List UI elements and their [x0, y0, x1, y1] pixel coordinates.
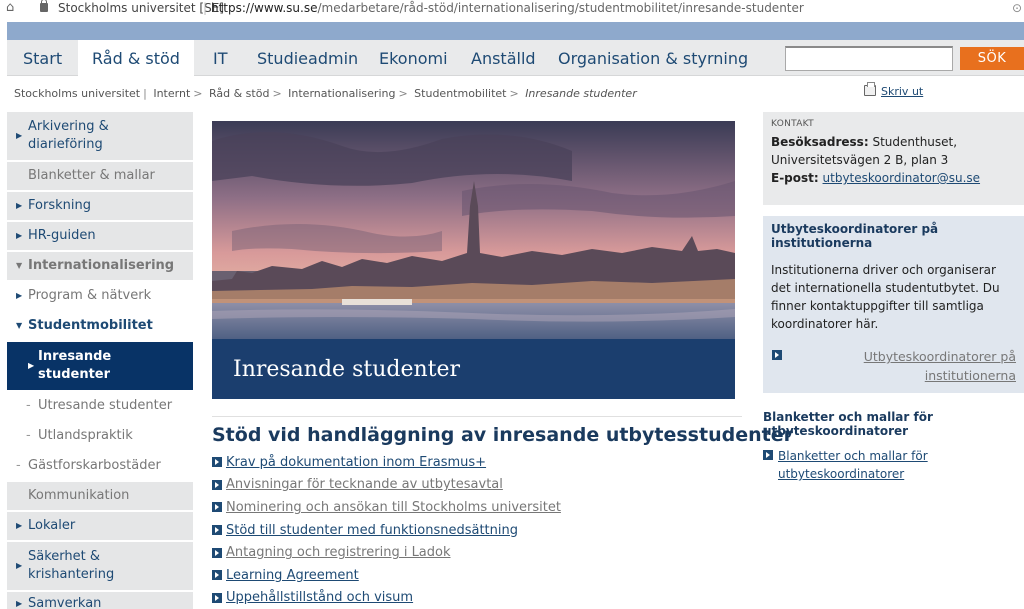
forms-link[interactable]: Blanketter och mallar för utbyteskoordin… [778, 447, 963, 483]
link-residence-permit[interactable]: Uppehållstillstånd och visum [226, 590, 413, 605]
caret-right-icon: ▶ [16, 201, 23, 210]
breadcrumb-item[interactable]: Råd & stöd [209, 87, 269, 100]
breadcrumb-current: Inresande studenter [525, 87, 637, 100]
list-item[interactable]: Anvisningar för tecknande av utbytesavta… [212, 474, 561, 497]
list-item[interactable]: Uppehållstillstånd och visum [212, 587, 561, 609]
sidebar-navigation: ▶Arkivering & diarieföring ▶Blanketter &… [7, 112, 193, 609]
sidebar-item-forskning[interactable]: ▶ Forskning [7, 192, 193, 220]
lock-icon [40, 0, 48, 12]
site-header-band [7, 22, 1024, 40]
url-path: /medarbetare/råd-stöd/internationaliseri… [317, 1, 804, 15]
printer-icon [864, 82, 876, 96]
sidebar-item-arkivering[interactable]: ▶ Arkivering & diarieföring [7, 112, 193, 160]
hero-caption: Inresande studenter [212, 339, 735, 399]
nav-item-ekonomi[interactable]: Ekonomi [379, 40, 448, 76]
divider [212, 416, 742, 417]
sidebar-item-lokaler[interactable]: ▶ Lokaler [7, 512, 193, 540]
link-admission-ladok[interactable]: Antagning och registrering i Ladok [226, 545, 451, 560]
coordinators-text: Institutionerna driver och organiserar d… [771, 263, 1000, 331]
coordinators-link[interactable]: Utbyteskoordinatorer på institutionerna [771, 347, 1016, 385]
breadcrumb-item[interactable]: Stockholms universitet [14, 87, 140, 100]
url-separator: | [203, 1, 208, 15]
contact-email: E-post: utbyteskoordinator@su.se [771, 171, 981, 185]
sidebar-item-kommunikation[interactable]: ▶Kommunikation [7, 482, 193, 510]
home-icon[interactable]: ⌂ [6, 0, 14, 16]
browser-menu-icon[interactable]: ⊙ [1012, 0, 1022, 16]
arrow-bullet-icon [212, 525, 222, 536]
coordinators-heading: Utbyteskoordinatorer på institutionerna [771, 222, 939, 250]
link-disability-support[interactable]: Stöd till studenter med funktionsnedsätt… [226, 523, 518, 538]
list-item[interactable]: Nominering och ansökan till Stockholms u… [212, 496, 561, 519]
arrow-bullet-icon [763, 450, 773, 460]
browser-address-bar[interactable]: ⌂ Stockholms universitet [SE] | https://… [0, 0, 1024, 18]
arrow-bullet-icon [212, 592, 222, 603]
sidebar-item-hr-guiden[interactable]: ▶ HR-guiden [7, 222, 193, 250]
print-link[interactable]: Skriv ut [864, 82, 924, 98]
caret-right-icon: ▶ [16, 561, 23, 570]
link-list: Krav på dokumentation inom Erasmus+ Anvi… [212, 451, 561, 609]
nav-item-it[interactable]: IT [213, 40, 228, 76]
caret-down-icon: ▼ [16, 321, 23, 330]
link-nomination-application[interactable]: Nominering och ansökan till Stockholms u… [226, 500, 561, 515]
nav-item-organisation[interactable]: Organisation & styrning [558, 40, 748, 76]
contact-address: Besöksadress: Studenthuset, Universitets… [771, 135, 958, 167]
sidebar-item-gastforskarbostader[interactable]: - Gästforskarbostäder [7, 452, 193, 480]
hero-banner: Inresande studenter [212, 121, 735, 399]
arrow-bullet-icon [212, 547, 222, 558]
url-host: https://www.su.se [211, 1, 318, 15]
url-text[interactable]: https://www.su.se/medarbetare/råd-stöd/i… [211, 0, 804, 16]
caret-right-icon: ▶ [16, 131, 23, 140]
link-learning-agreement[interactable]: Learning Agreement [226, 568, 359, 583]
contact-label: KONTAKT [771, 119, 814, 129]
arrow-bullet-icon [212, 570, 222, 581]
sidebar-item-utlandspraktik[interactable]: - Utlandspraktik [7, 422, 193, 450]
print-label: Skriv ut [881, 85, 924, 98]
sidebar-item-studentmobilitet[interactable]: ▼ Studentmobilitet [7, 312, 193, 340]
sidebar-item-utresande-studenter[interactable]: - Utresande studenter [7, 392, 193, 420]
breadcrumb-item[interactable]: Internationalisering [288, 87, 395, 100]
link-erasmus-documentation[interactable]: Krav på dokumentation inom Erasmus+ [226, 455, 486, 470]
forms-heading: Blanketter och mallar för utbyteskoordin… [763, 410, 933, 438]
nav-item-studieadmin[interactable]: Studieadmin [257, 40, 358, 76]
caret-right-icon: ▶ [16, 599, 23, 608]
sidebar-item-inresande-studenter[interactable]: ▶ Inresande studenter [7, 342, 193, 390]
page-heading: Stöd vid handläggning av inresande utbyt… [212, 424, 793, 446]
caret-right-icon: ▶ [16, 521, 23, 530]
arrow-bullet-icon [212, 502, 222, 513]
nav-item-start[interactable]: Start [23, 40, 62, 76]
sidebar-item-sakerhet[interactable]: ▶ Säkerhet & krishantering [7, 542, 193, 590]
email-link[interactable]: utbyteskoordinator@su.se [823, 171, 981, 185]
sidebar-item-samverkan[interactable]: ▶ Samverkan [7, 592, 193, 609]
caret-down-icon: ▼ [16, 261, 23, 270]
sidebar-item-program-natverk[interactable]: ▶ Program & nätverk [7, 282, 193, 310]
contact-box: KONTAKT Besöksadress: Studenthuset, Univ… [763, 112, 1024, 205]
list-item[interactable]: Antagning och registrering i Ladok [212, 541, 561, 564]
breadcrumb: Stockholms universitet | Internt > Råd & s… [14, 87, 637, 100]
breadcrumb-item[interactable]: Internt [153, 87, 190, 100]
sidebar-item-internationalisering[interactable]: ▼ Internationalisering [7, 252, 193, 280]
forms-link-item[interactable]: Blanketter och mallar för utbyteskoordin… [763, 447, 963, 483]
caret-right-icon: ▶ [16, 291, 23, 300]
nav-item-rad-stod[interactable]: Råd & stöd [78, 40, 194, 77]
arrow-bullet-icon [212, 457, 222, 468]
nav-item-anstalld[interactable]: Anställd [471, 40, 536, 76]
main-navigation: Start Råd & stöd IT Studieadmin Ekonomi … [7, 40, 1024, 77]
breadcrumb-item[interactable]: Studentmobilitet [414, 87, 506, 100]
site-identity: Stockholms universitet [SE] [58, 1, 224, 15]
search-button[interactable]: SÖK [960, 47, 1024, 70]
caret-right-icon: ▶ [28, 361, 35, 370]
coordinators-box: Utbyteskoordinatorer på institutionerna … [763, 216, 1024, 393]
search-input[interactable] [785, 46, 953, 71]
list-item[interactable]: Learning Agreement [212, 564, 561, 587]
sidebar-item-blanketter[interactable]: ▶Blanketter & mallar [7, 162, 193, 190]
arrow-bullet-icon [212, 479, 222, 490]
caret-right-icon: ▶ [16, 231, 23, 240]
list-item[interactable]: Stöd till studenter med funktionsnedsätt… [212, 519, 561, 542]
list-item[interactable]: Krav på dokumentation inom Erasmus+ [212, 451, 561, 474]
link-exchange-agreements[interactable]: Anvisningar för tecknande av utbytesavta… [226, 477, 503, 492]
